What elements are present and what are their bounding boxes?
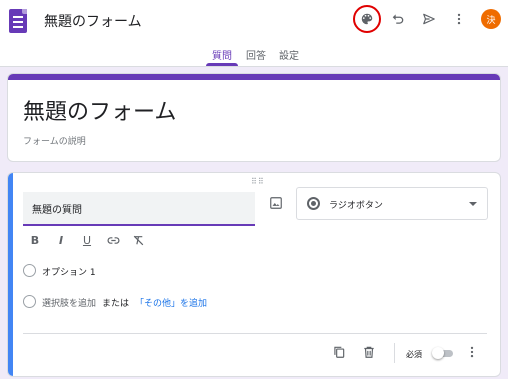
italic-button[interactable]: I	[53, 232, 69, 248]
more-vert-icon	[470, 346, 474, 358]
send-button[interactable]	[416, 6, 442, 32]
palette-icon	[361, 13, 373, 25]
radio-button-icon	[307, 197, 320, 210]
add-option-button[interactable]: 選択肢を追加	[42, 296, 96, 309]
link-icon	[107, 236, 119, 244]
undo-icon	[392, 14, 404, 24]
question-card[interactable]: ⠿⠿ 無題の質問 ラジオボタン B I U オプション 1 選択肢を追加 または…	[7, 172, 501, 377]
avatar[interactable]: 決	[481, 9, 501, 29]
forms-app-icon[interactable]	[9, 9, 27, 33]
insert-link-button[interactable]	[105, 232, 121, 248]
option-radio-icon	[23, 264, 36, 277]
divider	[23, 333, 487, 334]
customize-theme-button[interactable]	[354, 6, 380, 32]
option-1-label[interactable]: オプション 1	[42, 265, 96, 278]
question-type-label: ラジオボタン	[329, 201, 383, 211]
toolbar-separator	[394, 343, 395, 363]
question-more-options-button[interactable]	[463, 343, 481, 361]
clear-format-icon	[133, 235, 143, 245]
underline-button[interactable]: U	[79, 232, 95, 248]
tab-questions[interactable]: 質問	[212, 47, 232, 62]
or-text: または	[102, 299, 130, 309]
send-icon	[423, 13, 435, 25]
required-label: 必須	[406, 350, 422, 359]
question-type-dropdown[interactable]: ラジオボタン	[296, 187, 488, 220]
active-tab-indicator	[206, 63, 238, 66]
required-toggle[interactable]	[432, 347, 454, 359]
image-icon	[270, 197, 282, 209]
form-description-field[interactable]: フォームの説明	[23, 134, 86, 147]
question-title-text: 無題の質問	[32, 205, 82, 216]
undo-button[interactable]	[385, 6, 411, 32]
drag-handle-icon[interactable]: ⠿⠿	[251, 177, 265, 186]
more-options-button[interactable]	[446, 6, 472, 32]
trash-icon	[364, 346, 374, 358]
form-title-card: 無題のフォーム フォームの説明	[7, 73, 501, 162]
more-vert-icon	[457, 13, 461, 25]
form-title[interactable]: 無題のフォーム	[23, 94, 176, 126]
tab-responses[interactable]: 回答	[246, 47, 266, 62]
copy-icon	[334, 346, 345, 358]
duplicate-button[interactable]	[330, 343, 348, 361]
question-title-input[interactable]: 無題の質問	[23, 192, 255, 226]
add-option-radio-icon	[23, 295, 36, 308]
tab-settings[interactable]: 設定	[279, 47, 299, 62]
toggle-knob	[432, 347, 444, 359]
bold-button[interactable]: B	[27, 232, 43, 248]
add-other-button[interactable]: 「その他」を追加	[135, 296, 207, 309]
add-image-button[interactable]	[266, 193, 286, 213]
top-bar: 無題のフォーム 決 質問 回答 設定	[0, 0, 508, 67]
tab-bar: 質問 回答 設定	[0, 43, 508, 66]
document-title[interactable]: 無題のフォーム	[44, 11, 142, 31]
dropdown-arrow-icon	[469, 202, 477, 206]
clear-formatting-button[interactable]	[130, 232, 146, 248]
delete-button[interactable]	[360, 343, 378, 361]
